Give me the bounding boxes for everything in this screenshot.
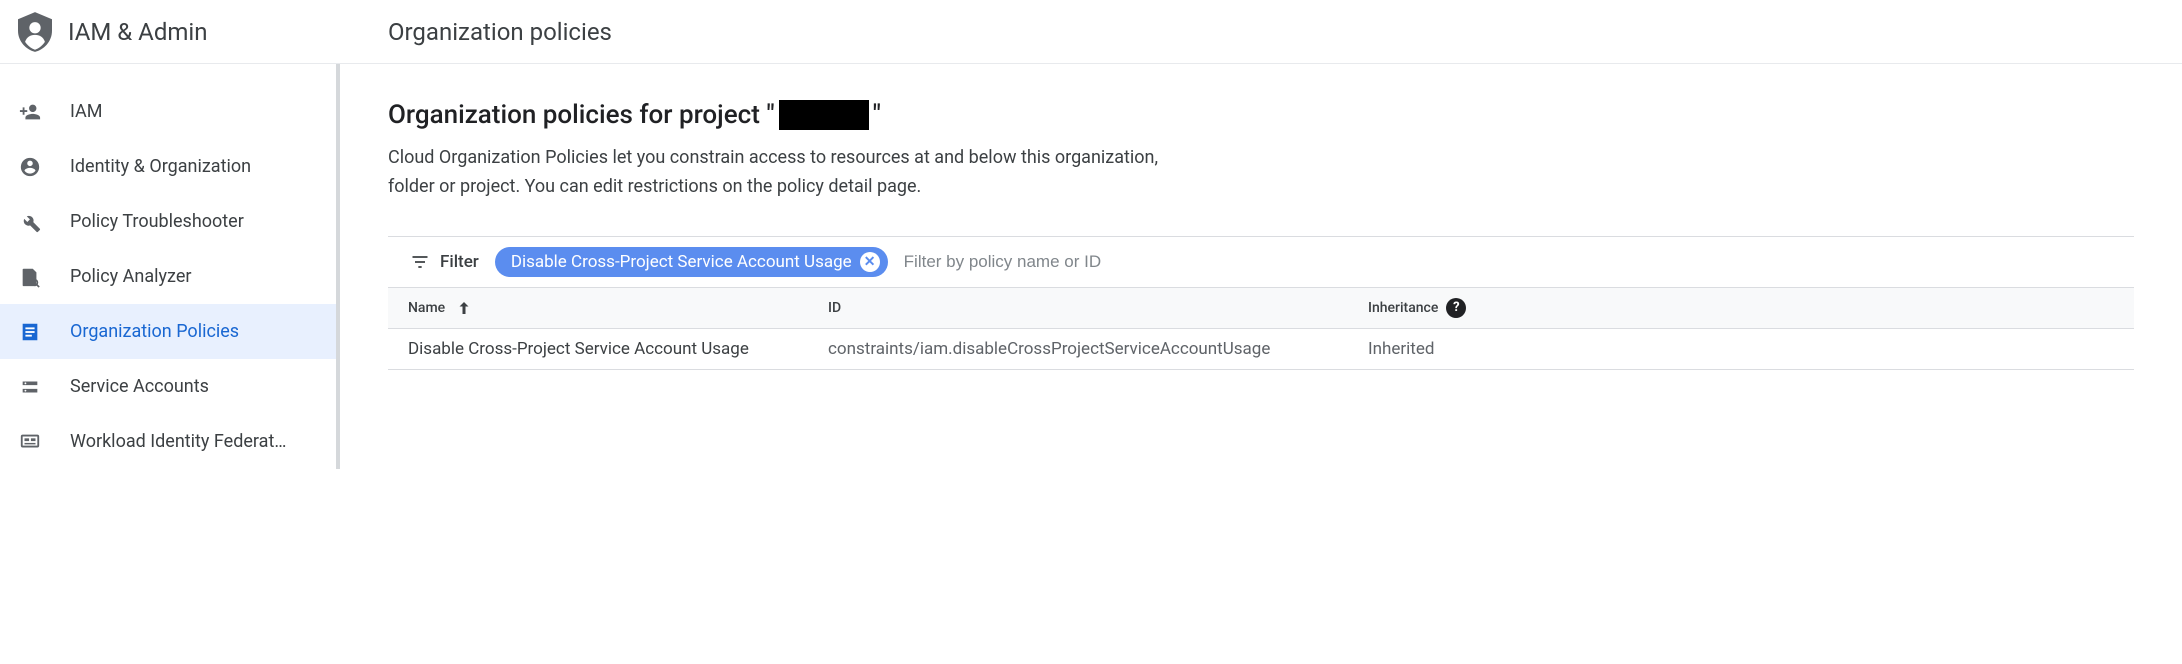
filter-bar: Filter Disable Cross-Project Service Acc…	[388, 236, 2134, 287]
cell-name: Disable Cross-Project Service Account Us…	[408, 339, 828, 359]
main-content: Organization policies for project " " Cl…	[340, 64, 2182, 469]
add-person-icon	[18, 100, 42, 124]
cell-inheritance: Inherited	[1368, 339, 2114, 359]
page-title: Organization policies	[388, 18, 612, 46]
subheading-description: Cloud Organization Policies let you cons…	[388, 144, 1208, 202]
filter-chip[interactable]: Disable Cross-Project Service Account Us…	[495, 247, 888, 277]
column-header-inheritance[interactable]: Inheritance ?	[1368, 298, 2114, 318]
person-circle-icon	[18, 155, 42, 179]
sidebar-item-label: Organization Policies	[70, 321, 239, 342]
column-header-id[interactable]: ID	[828, 300, 1368, 316]
filter-label: Filter	[410, 252, 479, 272]
sidebar-item-label: Service Accounts	[70, 376, 209, 397]
sidebar-item-label: Workload Identity Federat…	[70, 431, 286, 452]
sidebar-item-organization-policies[interactable]: Organization Policies	[0, 304, 336, 359]
sort-ascending-icon	[455, 299, 473, 317]
filter-chip-label: Disable Cross-Project Service Account Us…	[511, 252, 852, 272]
help-icon[interactable]: ?	[1446, 298, 1466, 318]
sidebar-item-policy-analyzer[interactable]: Policy Analyzer	[0, 249, 336, 304]
iam-shield-icon	[18, 12, 52, 52]
service-account-icon	[18, 375, 42, 399]
policy-analyzer-icon	[18, 265, 42, 289]
sidebar-item-label: IAM	[70, 101, 103, 122]
filter-icon	[410, 252, 430, 272]
top-bar: IAM & Admin Organization policies	[0, 0, 2182, 64]
project-name-redacted	[779, 100, 869, 130]
cell-id: constraints/iam.disableCrossProjectServi…	[828, 339, 1368, 359]
sidebar-item-label: Policy Analyzer	[70, 266, 191, 287]
sidebar-item-iam[interactable]: IAM	[0, 84, 336, 139]
sidebar-item-label: Identity & Organization	[70, 156, 251, 177]
subheading: Organization policies for project " "	[388, 100, 2134, 130]
filter-chip-remove-icon[interactable]: ✕	[860, 252, 880, 272]
sidebar-item-policy-troubleshooter[interactable]: Policy Troubleshooter	[0, 194, 336, 249]
column-header-name[interactable]: Name	[408, 299, 828, 317]
sidebar: IAM Identity & Organization Policy Troub…	[0, 64, 340, 469]
wrench-icon	[18, 210, 42, 234]
sidebar-item-label: Policy Troubleshooter	[70, 211, 244, 232]
policies-table: Name ID Inheritance ? Disable Cross-Proj	[388, 287, 2134, 370]
table-header: Name ID Inheritance ?	[388, 288, 2134, 329]
product-title: IAM & Admin	[68, 18, 208, 46]
workload-identity-icon	[18, 430, 42, 454]
sidebar-item-identity-organization[interactable]: Identity & Organization	[0, 139, 336, 194]
document-icon	[18, 320, 42, 344]
table-row[interactable]: Disable Cross-Project Service Account Us…	[388, 329, 2134, 370]
sidebar-item-service-accounts[interactable]: Service Accounts	[0, 359, 336, 414]
sidebar-item-workload-identity-federation[interactable]: Workload Identity Federat…	[0, 414, 336, 469]
filter-input[interactable]	[904, 252, 2134, 272]
